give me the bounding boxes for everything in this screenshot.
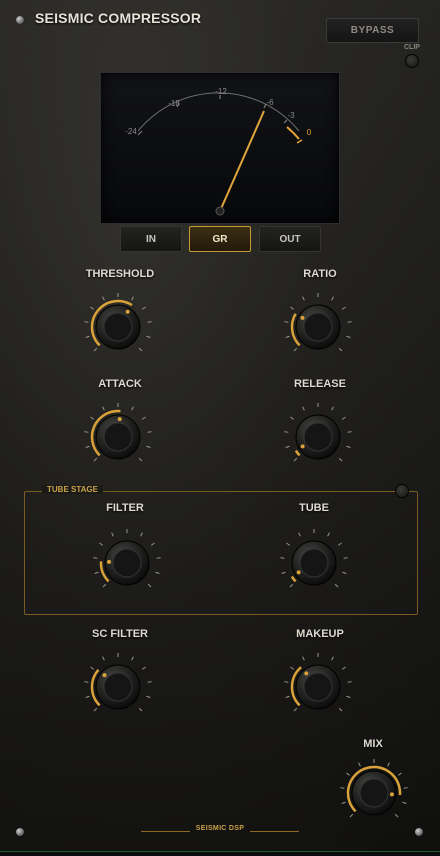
attack-knob[interactable] <box>83 402 153 472</box>
meter-scale-label: -18 <box>168 99 180 108</box>
screw <box>16 828 24 836</box>
threshold-knob[interactable] <box>83 292 153 362</box>
meter-mode-in-button[interactable]: IN <box>120 226 182 252</box>
tube-stage-title: TUBE STAGE <box>42 485 103 494</box>
meter-needle <box>219 110 265 212</box>
footer-divider <box>250 831 299 832</box>
makeup-label: MAKEUP <box>296 628 344 640</box>
meter-scale-label: -12 <box>215 87 227 96</box>
threshold-label: THRESHOLD <box>85 268 155 280</box>
filter-knob[interactable] <box>92 528 162 598</box>
bottom-bar <box>0 851 440 856</box>
filter-label: FILTER <box>106 502 144 514</box>
tube-knob[interactable] <box>279 528 349 598</box>
meter-mode-out-button[interactable]: OUT <box>259 226 321 252</box>
meter-scale-label: -24 <box>125 127 137 136</box>
mix-label: MIX <box>363 738 383 750</box>
meter-display: -24 -18 -12 -6 -3 0 <box>125 87 312 216</box>
release-label: RELEASE <box>294 378 346 390</box>
screw <box>16 16 24 24</box>
clip-indicator <box>406 55 418 67</box>
meter-scale-label: -6 <box>266 98 274 107</box>
sc-filter-knob[interactable] <box>83 652 153 722</box>
meter-scale-label: 0 <box>307 128 312 137</box>
tube-stage-indicator <box>396 485 408 497</box>
makeup-knob[interactable] <box>283 652 353 722</box>
plugin-title: SEISMIC COMPRESSOR <box>35 10 202 26</box>
gain-reduction-meter: -24 -18 -12 -6 -3 0 <box>100 72 340 224</box>
ratio-label: RATIO <box>303 268 337 280</box>
clip-label: CLIP <box>404 44 420 51</box>
tube-label: TUBE <box>299 502 329 514</box>
meter-mode-gr-button[interactable]: GR <box>189 226 251 252</box>
release-knob[interactable] <box>283 402 353 472</box>
meter-scale-label: -3 <box>287 111 295 120</box>
needle-pivot <box>215 206 225 216</box>
ratio-knob[interactable] <box>283 292 353 362</box>
attack-label: ATTACK <box>98 378 142 390</box>
screw <box>415 828 423 836</box>
plugin-panel: SEISMIC COMPRESSOR BYPASS CLIP -24 -18 -… <box>0 0 440 856</box>
mix-knob[interactable] <box>339 758 409 828</box>
sc-filter-label: SC FILTER <box>91 628 148 640</box>
bypass-button[interactable]: BYPASS <box>326 18 419 43</box>
